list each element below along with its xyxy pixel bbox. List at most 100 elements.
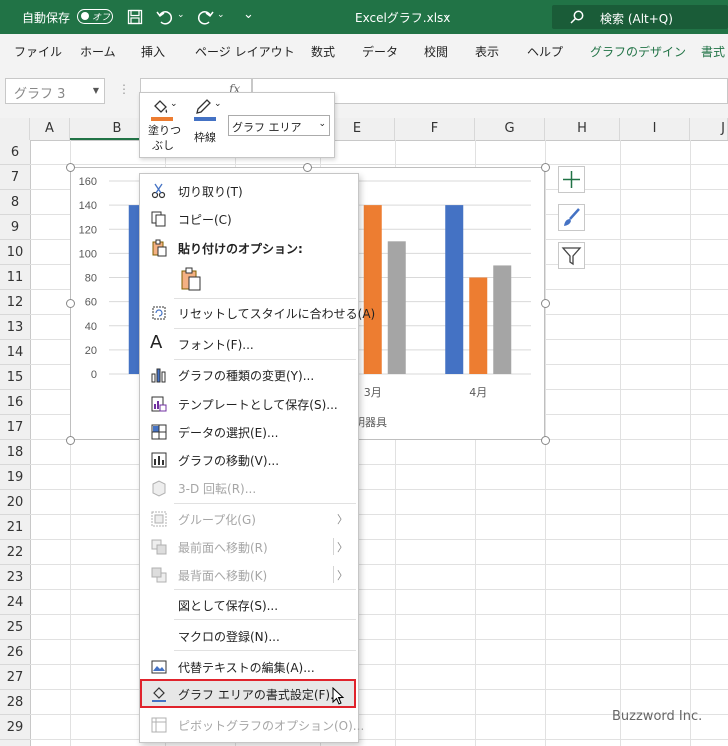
autosave-toggle[interactable]: オフ — [77, 9, 113, 24]
resize-handle[interactable] — [303, 163, 312, 172]
tab-formulas[interactable]: 数式 — [311, 43, 335, 60]
row-header[interactable]: 28 — [0, 690, 30, 715]
tab-page-layout[interactable]: ページ レイアウト — [195, 43, 295, 60]
bar — [445, 205, 464, 374]
row-header[interactable]: 25 — [0, 615, 30, 640]
tab-format[interactable]: 書式 — [701, 43, 725, 60]
column-header[interactable]: H — [545, 118, 620, 140]
row-header[interactable]: 6 — [0, 140, 30, 165]
row-header[interactable]: 19 — [0, 465, 30, 490]
row-header[interactable]: 14 — [0, 340, 30, 365]
row-header[interactable]: 17 — [0, 415, 30, 440]
resize-handle[interactable] — [541, 163, 550, 172]
search-box[interactable]: 検索 (Alt+Q) — [552, 5, 728, 29]
menu-label: データの選択(E)... — [178, 426, 279, 440]
row-header[interactable]: 27 — [0, 665, 30, 690]
menu-label: 最前面へ移動(R) — [178, 541, 268, 555]
row-header[interactable]: 8 — [0, 190, 30, 215]
resize-handle[interactable] — [541, 436, 550, 445]
column-header[interactable]: I — [620, 118, 690, 140]
menu-item-format-chart-area[interactable]: グラフ エリアの書式設定(F)... — [140, 679, 356, 708]
fill-button[interactable]: ⌄ 塗りつ ぶし — [148, 97, 184, 155]
fill-dropdown-icon[interactable]: ⌄ — [170, 99, 178, 109]
row-header[interactable]: 23 — [0, 565, 30, 590]
redo-icon[interactable] — [196, 9, 214, 25]
tab-insert[interactable]: 挿入 — [141, 43, 165, 60]
file-name[interactable]: Excelグラフ.xlsx — [355, 9, 450, 26]
column-header[interactable]: G — [475, 118, 545, 140]
row-header[interactable]: 10 — [0, 240, 30, 265]
alt-text-icon — [151, 660, 167, 674]
row-header[interactable]: 26 — [0, 640, 30, 665]
resize-handle[interactable] — [66, 436, 75, 445]
row-header[interactable]: 12 — [0, 290, 30, 315]
name-box-dropdown-icon[interactable]: ▼ — [93, 86, 99, 95]
chart-element-select[interactable]: グラフ エリア ⌄ — [228, 115, 330, 136]
menu-label: リセットしてスタイルに合わせる(A) — [178, 307, 376, 321]
tab-file[interactable]: ファイル — [14, 43, 62, 60]
column-header[interactable]: J — [690, 118, 728, 140]
row-header[interactable]: 22 — [0, 540, 30, 565]
customize-qat-icon[interactable]: ⌄ — [243, 7, 254, 22]
menu-item-bring-to-front[interactable]: 最前面へ移動(R) 〉 — [140, 532, 356, 561]
outline-dropdown-icon[interactable]: ⌄ — [214, 99, 222, 109]
select-all-corner[interactable] — [0, 118, 30, 140]
menu-item-save-template[interactable]: テンプレートとして保存(S)... — [140, 389, 356, 418]
redo-dropdown-icon[interactable]: ⌄ — [217, 10, 225, 20]
chart-styles-button[interactable] — [558, 204, 585, 231]
tab-review[interactable]: 校閲 — [424, 43, 448, 60]
tab-view[interactable]: 表示 — [475, 43, 499, 60]
menu-item-move-chart[interactable]: グラフの移動(V)... — [140, 445, 356, 474]
column-header[interactable]: F — [395, 118, 475, 140]
row-header[interactable]: 24 — [0, 590, 30, 615]
paste-button[interactable] — [176, 264, 206, 294]
row-header[interactable]: 13 — [0, 315, 30, 340]
menu-item-font[interactable]: A フォント(F)... — [140, 329, 356, 358]
row-header[interactable]: 15 — [0, 365, 30, 390]
row-header[interactable]: 9 — [0, 215, 30, 240]
column-header[interactable]: A — [30, 118, 70, 140]
resize-handle[interactable] — [66, 163, 75, 172]
menu-item-assign-macro[interactable]: マクロの登録(N)... — [140, 621, 356, 650]
save-icon[interactable] — [127, 9, 143, 25]
menu-item-select-data[interactable]: データの選択(E)... — [140, 417, 356, 446]
resize-handle[interactable] — [541, 299, 550, 308]
menu-item-3d-rotation[interactable]: 3-D 回転(R)... — [140, 473, 356, 502]
menu-item-save-as-picture[interactable]: 図として保存(S)... — [140, 590, 356, 619]
row-header[interactable]: 11 — [0, 265, 30, 290]
chevron-right-icon: 〉 — [337, 513, 348, 526]
undo-dropdown-icon[interactable]: ⌄ — [177, 10, 185, 20]
menu-item-group[interactable]: グループ化(G) 〉 — [140, 504, 356, 533]
name-box[interactable]: グラフ 3 ▼ — [5, 78, 105, 104]
tab-chart-design[interactable]: グラフのデザイン — [590, 43, 686, 60]
menu-item-reset-style[interactable]: リセットしてスタイルに合わせる(A) — [140, 298, 375, 327]
menu-item-cut[interactable]: 切り取り(T) — [140, 176, 356, 205]
row-header[interactable]: 18 — [0, 440, 30, 465]
bring-front-icon — [151, 539, 167, 555]
tab-data[interactable]: データ — [362, 43, 398, 60]
resize-handle[interactable] — [66, 299, 75, 308]
mini-toolbar: ⌄ 塗りつ ぶし ⌄ 枠線 グラフ エリア ⌄ — [139, 92, 335, 158]
chart-filters-button[interactable] — [558, 242, 585, 269]
formula-bar: グラフ 3 ▼ ⋮ fx — [0, 68, 728, 118]
tab-help[interactable]: ヘルプ — [527, 43, 563, 60]
chart-elements-button[interactable] — [558, 166, 585, 193]
menu-item-change-chart-type[interactable]: グラフの種類の変更(Y)... — [140, 360, 356, 389]
row-header[interactable]: 21 — [0, 515, 30, 540]
fill-label-line2: ぶし — [152, 139, 174, 152]
row-header[interactable]: 20 — [0, 490, 30, 515]
filename-dropdown-icon[interactable]: ⌄ — [444, 10, 452, 20]
row-headers: 6 7 8 9 10 11 12 13 14 15 16 17 18 19 20 21 22 23 24 25 26 27… — [0, 140, 31, 746]
row-header[interactable]: 29 — [0, 715, 30, 740]
menu-item-pivot-options[interactable]: ピボットグラフのオプション(O)... — [140, 710, 364, 739]
pen-icon — [196, 99, 211, 114]
menu-item-copy[interactable]: コピー(C) — [140, 204, 356, 233]
undo-icon[interactable] — [156, 9, 174, 25]
outline-button[interactable]: ⌄ 枠線 — [192, 97, 226, 147]
menu-label: 最背面へ移動(K) — [178, 569, 268, 583]
menu-item-edit-alt-text[interactable]: 代替テキストの編集(A)... — [140, 652, 356, 681]
tab-home[interactable]: ホーム — [80, 43, 116, 60]
row-header[interactable]: 7 — [0, 165, 30, 190]
menu-item-send-to-back[interactable]: 最背面へ移動(K) 〉 — [140, 560, 356, 589]
row-header[interactable]: 16 — [0, 390, 30, 415]
